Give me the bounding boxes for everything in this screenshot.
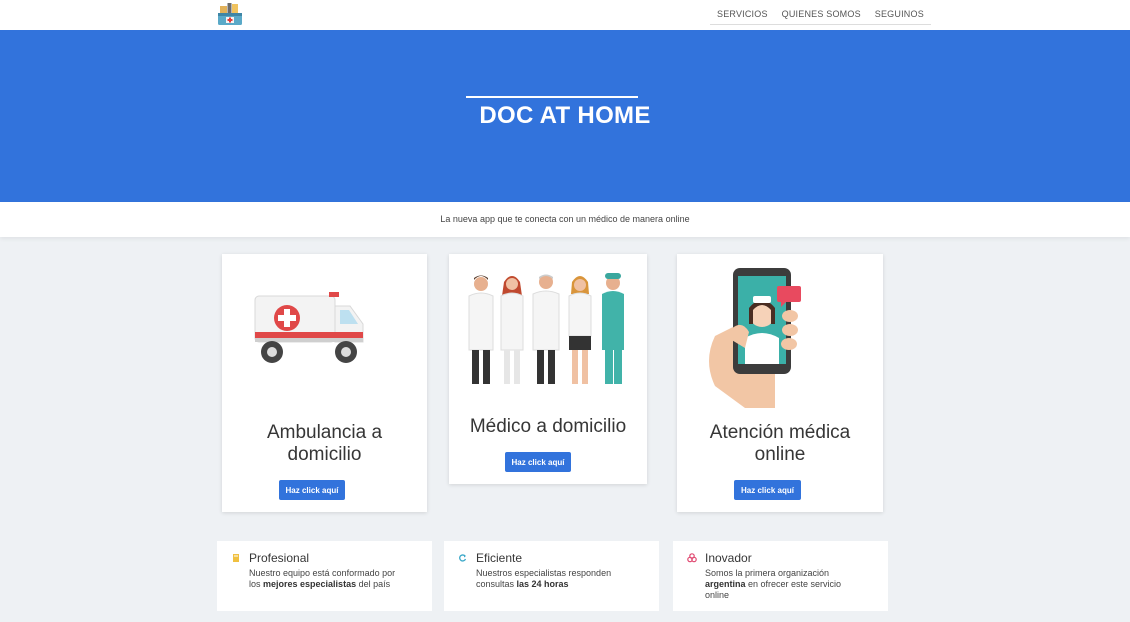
feature-description: Somos la primera organización argentina …	[705, 568, 842, 600]
feature-title: Inovador	[705, 551, 752, 565]
nav-servicios[interactable]: SERVICIOS	[710, 0, 775, 24]
atencion-button[interactable]: Haz click aquí	[734, 480, 801, 500]
medico-button[interactable]: Haz click aquí	[505, 452, 571, 472]
subtitle-text: La nueva app que te conecta con un médic…	[440, 214, 690, 224]
nav-seguinos[interactable]: SEGUINOS	[868, 0, 931, 24]
nav-quienes-somos[interactable]: QUIENES SOMOS	[775, 0, 868, 24]
hero-banner: DOC AT HOME	[0, 30, 1130, 202]
doctors-group-icon	[468, 273, 624, 384]
card-atencion-online: Atención médica online Haz click aquí	[677, 254, 883, 512]
card-title-line1: Ambulancia a	[266, 422, 383, 443]
hero-divider	[466, 96, 638, 98]
ambulancia-button[interactable]: Haz click aquí	[279, 480, 345, 500]
card-title-line2: online	[754, 444, 806, 465]
book-icon	[233, 554, 239, 562]
feature-title: Profesional	[249, 551, 310, 565]
navbar: SERVICIOS QUIENES SOMOS SEGUINOS	[0, 0, 1130, 30]
phone-doctor-icon	[709, 268, 801, 408]
feature-description: Nuestro equipo está conformado por los m…	[249, 568, 396, 589]
card-ambulancia: Ambulancia a domicilio Haz click aquí	[222, 254, 427, 512]
refresh-icon	[459, 554, 467, 562]
feature-profesional: Profesional Nuestro equipo está conforma…	[217, 541, 432, 611]
feature-description: Nuestros especialistas responden consult…	[476, 568, 612, 589]
ambulance-icon	[254, 292, 364, 363]
card-title: Médico a domicilio	[469, 416, 627, 437]
feature-title: Eficiente	[476, 551, 523, 565]
logo-icon[interactable]	[217, 2, 243, 26]
nav-links: SERVICIOS QUIENES SOMOS SEGUINOS	[710, 0, 931, 25]
card-title-line2: domicilio	[287, 444, 362, 465]
subtitle-bar: La nueva app que te conecta con un médic…	[0, 202, 1130, 237]
card-medico: Médico a domicilio Haz click aquí	[449, 254, 647, 484]
hero-title: DOC AT HOME	[479, 102, 651, 129]
feature-eficiente: Eficiente Nuestros especialistas respond…	[444, 541, 659, 611]
card-title-line1: Atención médica	[709, 422, 851, 443]
feature-inovador: Inovador Somos la primera organización a…	[673, 541, 888, 611]
flower-icon	[687, 553, 697, 563]
